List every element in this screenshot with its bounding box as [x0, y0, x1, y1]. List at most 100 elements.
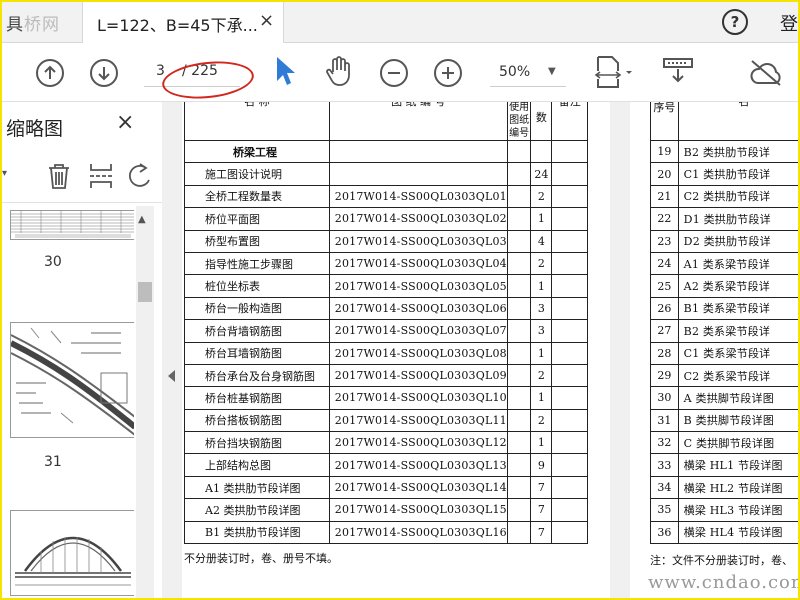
app-title-main: 具	[6, 15, 24, 35]
drawing-index-table-right: 序号 名 19B2 类拱肋节段详20C1 类拱肋节段详21C2 类拱肋节段详22…	[650, 102, 798, 545]
help-icon[interactable]: ?	[722, 9, 748, 35]
table-row: 35 横梁 HL3 节段详图	[650, 498, 798, 522]
table-row: 指导性施工步骤图 2017W014-SS00QL0303QL04 2	[184, 251, 588, 276]
tab-bar: 具桥网 L=122、B=45下承... × ? 登	[2, 2, 798, 43]
row-name: C1 类系梁节段详	[677, 341, 798, 365]
row-code: 2017W014-SS00QL0303QL03	[328, 229, 508, 253]
table-row: 施工图设计说明 24	[184, 162, 588, 186]
row-code: 2017W014-SS00QL0303QL02	[328, 207, 508, 231]
row-used-code	[506, 184, 532, 209]
table-row: 28 C1 类系梁节段详	[650, 341, 798, 365]
row-used-code	[506, 296, 532, 321]
row-remark	[551, 274, 588, 298]
row-remark	[551, 408, 588, 433]
row-num: 21	[650, 184, 679, 209]
row-qty: 7	[530, 520, 553, 545]
current-page-input[interactable]: 3	[156, 63, 165, 79]
row-name: C 类拱脚节段详图	[677, 431, 798, 455]
row-name: C1 类拱肋节段详	[677, 162, 798, 186]
panel-close-icon[interactable]: ×	[116, 110, 134, 135]
row-qty: 1	[530, 386, 553, 410]
scroll-mode-icon[interactable]	[662, 57, 694, 91]
header-name: 名	[677, 102, 798, 141]
panel-toolbar: ▾	[2, 150, 162, 203]
row-code: 2017W014-SS00QL0303QL15	[328, 498, 508, 522]
row-remark	[551, 498, 588, 522]
row-name: A2 类系梁节段详	[677, 274, 798, 298]
next-page-icon[interactable]	[90, 59, 118, 87]
footnote-left: 不分册装订时，卷、册号不填。	[184, 552, 338, 565]
footnote-right: 注：文件不分册装订时，卷、	[650, 554, 793, 567]
select-tool-icon[interactable]	[274, 55, 296, 91]
document-tab[interactable]: L=122、B=45下承... ×	[82, 2, 284, 43]
toolbar: 3 / 225 50% ▼	[2, 43, 798, 103]
row-remark	[551, 162, 588, 186]
zoom-in-icon[interactable]	[434, 59, 462, 87]
previous-page-icon[interactable]	[36, 59, 64, 87]
row-num: 27	[650, 319, 679, 343]
row-remark	[551, 296, 588, 321]
empty-cell	[530, 139, 553, 164]
header-code: 图 纸 编 号	[328, 102, 508, 141]
table-row: 30 A 类拱脚节段详图	[650, 386, 798, 410]
row-num: 36	[650, 520, 679, 545]
row-name: 桥台耳墙钢筋图	[184, 341, 330, 365]
document-tab-label: L=122、B=45下承...	[97, 16, 258, 35]
row-code: 2017W014-SS00QL0303QL07	[328, 319, 508, 343]
row-remark	[551, 341, 588, 365]
thumbnail-page-32[interactable]	[10, 510, 134, 596]
row-name: A 类拱脚节段详图	[677, 386, 798, 410]
thumbnail-scrollbar[interactable]: ▲	[136, 206, 154, 598]
row-qty: 1	[530, 431, 553, 455]
header-qty: 数	[530, 102, 553, 141]
row-name: A2 类拱肋节段详图	[184, 498, 330, 522]
empty-cell	[551, 139, 588, 164]
table-row: 32 C 类拱脚节段详图	[650, 431, 798, 455]
row-used-code	[506, 431, 532, 455]
row-name: B 类拱脚节段详图	[677, 408, 798, 433]
rotate-page-icon[interactable]	[128, 162, 152, 194]
hand-tool-icon[interactable]	[324, 55, 354, 91]
thumbnail-page-30[interactable]	[10, 210, 134, 240]
row-num: 22	[650, 207, 679, 231]
row-remark	[551, 453, 588, 477]
row-name: B2 类系梁节段详	[677, 319, 798, 343]
row-qty: 3	[530, 319, 553, 343]
row-num: 25	[650, 274, 679, 298]
fit-width-icon[interactable]	[594, 55, 634, 93]
section-row: 桥梁工程	[184, 139, 588, 164]
options-chevron-icon[interactable]: ▾	[2, 168, 7, 179]
table-row: 33 横梁 HL1 节段详图	[650, 453, 798, 477]
zoom-out-icon[interactable]	[380, 59, 408, 87]
section-title: 桥梁工程	[184, 139, 330, 164]
insert-page-icon[interactable]	[88, 162, 114, 194]
row-name: C2 类系梁节段详	[677, 363, 798, 388]
row-used-code	[506, 207, 532, 231]
login-button[interactable]: 登	[780, 10, 798, 36]
zoom-select[interactable]: 50% ▼	[490, 58, 566, 87]
table-row: 29 C2 类系梁节段详	[650, 363, 798, 388]
row-name: 上部结构总图	[184, 453, 330, 477]
scrollbar-thumb[interactable]	[138, 282, 152, 302]
row-name: D1 类拱肋节段详	[677, 207, 798, 231]
row-name: 桥型布置图	[184, 229, 330, 253]
row-num: 28	[650, 341, 679, 365]
row-code: 2017W014-SS00QL0303QL01	[328, 184, 508, 209]
table-row: A2 类拱肋节段详图 2017W014-SS00QL0303QL15 7	[184, 498, 588, 522]
row-qty: 7	[530, 498, 553, 522]
tab-close-icon[interactable]: ×	[259, 10, 274, 31]
scroll-up-icon[interactable]: ▲	[138, 214, 146, 225]
table-row: 23 D2 类拱肋节段详	[650, 229, 798, 253]
row-code: 2017W014-SS00QL0303QL06	[328, 296, 508, 321]
table-row: 36 横梁 HL4 节段详图	[650, 520, 798, 545]
cloud-share-icon[interactable]	[750, 57, 784, 91]
collapse-panel-icon[interactable]	[168, 370, 175, 382]
row-num: 33	[650, 453, 679, 477]
thumbnail-page-31[interactable]	[10, 322, 134, 438]
row-num: 20	[650, 162, 679, 186]
table-row: 桥台承台及台身钢筋图 2017W014-SS00QL0303QL09 2	[184, 363, 588, 388]
table-row: 26 B1 类系梁节段详	[650, 296, 798, 321]
row-name: B2 类拱肋节段详	[677, 139, 798, 164]
table-row: 全桥工程数量表 2017W014-SS00QL0303QL01 2	[184, 184, 588, 209]
delete-page-icon[interactable]	[46, 162, 72, 194]
